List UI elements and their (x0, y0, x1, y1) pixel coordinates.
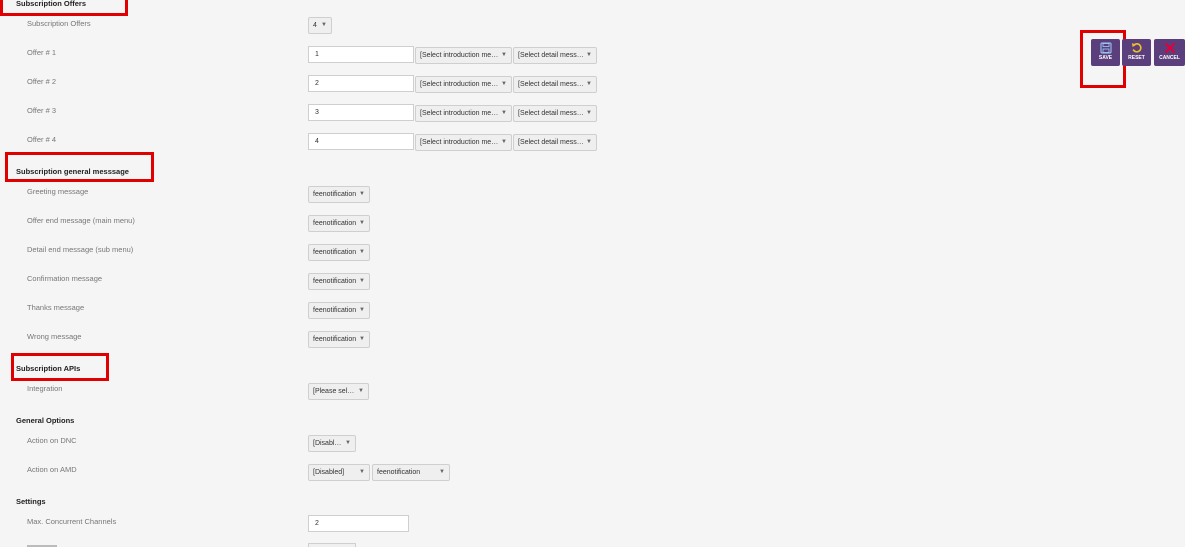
offer-4-intro-select[interactable]: [Select introduction mes... ▼ (415, 134, 512, 151)
select-value: [Select introduction mes... (420, 81, 501, 88)
highlight-box (5, 152, 154, 182)
section-title-settings: Settings (16, 497, 46, 506)
detail-end-message-select[interactable]: feenotification ▼ (308, 244, 370, 261)
chevron-down-icon: ▼ (359, 191, 365, 197)
cut-off-label (27, 543, 57, 547)
offer-end-message-label: Offer end message (main menu) (27, 216, 135, 225)
chevron-down-icon: ▼ (359, 336, 365, 342)
chevron-down-icon: ▼ (359, 220, 365, 226)
subscription-offers-count-select[interactable]: 4 ▼ (308, 17, 332, 34)
offer-3-input[interactable]: 3 (308, 104, 414, 121)
select-value: 4 (313, 22, 317, 29)
select-value: feenotification (377, 469, 421, 476)
reset-button-label: RESET (1128, 55, 1145, 61)
chevron-down-icon: ▼ (586, 81, 592, 87)
confirmation-message-select[interactable]: feenotification ▼ (308, 273, 370, 290)
chevron-down-icon: ▼ (359, 469, 365, 475)
action-on-amd-label: Action on AMD (27, 465, 77, 474)
highlight-box (11, 353, 109, 381)
action-on-amd-select[interactable]: [Disabled] ▼ (308, 464, 370, 481)
select-value: [Select detail message] (518, 110, 591, 117)
close-icon (1164, 42, 1175, 54)
chevron-down-icon: ▼ (439, 469, 445, 475)
chevron-down-icon: ▼ (586, 139, 592, 145)
offer-1-intro-select[interactable]: [Select introduction mes... ▼ (415, 47, 512, 64)
select-value: [Disabled] (313, 440, 345, 447)
wrong-message-select[interactable]: feenotification ▼ (308, 331, 370, 348)
select-value: feenotification (313, 278, 357, 285)
chevron-down-icon: ▼ (345, 440, 351, 446)
cut-off-select[interactable] (308, 543, 356, 547)
select-value: [Please select] (313, 388, 359, 395)
select-value: feenotification (313, 336, 357, 343)
select-value: feenotification (313, 220, 357, 227)
select-value: [Disabled] (313, 469, 345, 476)
thanks-message-label: Thanks message (27, 303, 85, 312)
action-on-dnc-select[interactable]: [Disabled] ▼ (308, 435, 356, 452)
action-on-dnc-label: Action on DNC (27, 436, 77, 445)
offer-1-input[interactable]: 1 (308, 46, 414, 63)
integration-label: Integration (27, 384, 63, 393)
offer-3-detail-select[interactable]: [Select detail message] ▼ (513, 105, 597, 122)
subscription-offers-label: Subscription Offers (27, 19, 91, 28)
select-value: [Select introduction mes... (420, 52, 501, 59)
offer-3-label: Offer # 3 (27, 106, 57, 115)
offer-2-label: Offer # 2 (27, 77, 57, 86)
offer-2-input[interactable]: 2 (308, 75, 414, 92)
cancel-button[interactable]: CANCEL (1154, 39, 1185, 66)
chevron-down-icon: ▼ (359, 249, 365, 255)
confirmation-message-label: Confirmation message (27, 274, 103, 283)
chevron-down-icon: ▼ (501, 110, 507, 116)
chevron-down-icon: ▼ (501, 52, 507, 58)
action-on-amd-message-select[interactable]: feenotification ▼ (372, 464, 450, 481)
offer-1-detail-select[interactable]: [Select detail message] ▼ (513, 47, 597, 64)
greeting-message-select[interactable]: feenotification ▼ (308, 186, 370, 203)
select-value: feenotification (313, 307, 357, 314)
chevron-down-icon: ▼ (321, 22, 327, 28)
offer-2-intro-select[interactable]: [Select introduction mes... ▼ (415, 76, 512, 93)
select-value: [Select detail message] (518, 139, 591, 146)
chevron-down-icon: ▼ (501, 81, 507, 87)
chevron-down-icon: ▼ (358, 388, 364, 394)
offer-2-detail-select[interactable]: [Select detail message] ▼ (513, 76, 597, 93)
offer-end-message-select[interactable]: feenotification ▼ (308, 215, 370, 232)
select-value: [Select introduction mes... (420, 139, 501, 146)
select-value: [Select introduction mes... (420, 110, 501, 117)
cancel-button-label: CANCEL (1159, 55, 1180, 61)
highlight-box (1080, 30, 1126, 88)
offer-3-intro-select[interactable]: [Select introduction mes... ▼ (415, 105, 512, 122)
chevron-down-icon: ▼ (501, 139, 507, 145)
highlight-box (0, 0, 128, 16)
chevron-down-icon: ▼ (586, 110, 592, 116)
offer-4-input[interactable]: 4 (308, 133, 414, 150)
max-concurrent-channels-label: Max. Concurrent Channels (27, 517, 117, 526)
max-concurrent-channels-input[interactable]: 2 (308, 515, 409, 532)
reset-button[interactable]: RESET (1122, 39, 1151, 66)
undo-icon (1131, 43, 1142, 53)
section-title-general-options: General Options (16, 416, 75, 425)
select-value: [Select detail message] (518, 52, 591, 59)
greeting-message-label: Greeting message (27, 187, 89, 196)
offer-4-label: Offer # 4 (27, 135, 57, 144)
offer-4-detail-select[interactable]: [Select detail message] ▼ (513, 134, 597, 151)
select-value: feenotification (313, 249, 357, 256)
chevron-down-icon: ▼ (586, 52, 592, 58)
chevron-down-icon: ▼ (359, 278, 365, 284)
offer-1-label: Offer # 1 (27, 48, 57, 57)
select-value: feenotification (313, 191, 357, 198)
thanks-message-select[interactable]: feenotification ▼ (308, 302, 370, 319)
detail-end-message-label: Detail end message (sub menu) (27, 245, 134, 254)
chevron-down-icon: ▼ (359, 307, 365, 313)
integration-select[interactable]: [Please select] ▼ (308, 383, 369, 400)
wrong-message-label: Wrong message (27, 332, 82, 341)
select-value: [Select detail message] (518, 81, 591, 88)
